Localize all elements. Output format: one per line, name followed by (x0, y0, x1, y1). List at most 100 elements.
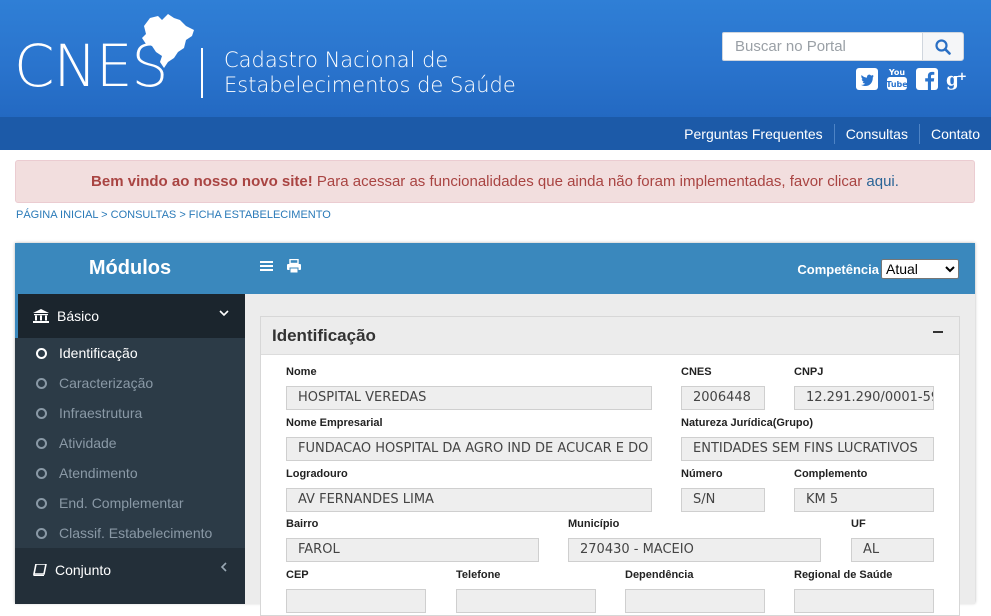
field-value[interactable]: 12.291.290/0001-59 (794, 386, 934, 410)
svg-text:Tube: Tube (886, 80, 908, 89)
bank-icon (33, 309, 49, 323)
nav-contato[interactable]: Contato (920, 124, 991, 144)
breadcrumb[interactable]: PÁGINA INICIAL > CONSULTAS > FICHA ESTAB… (16, 209, 331, 221)
sidebar-item-label: Infraestrutura (59, 405, 143, 421)
chevron-left-icon (220, 562, 227, 572)
field-value[interactable] (456, 589, 596, 613)
field-label: Nome (286, 366, 317, 378)
field-natureza-juridica: Natureza Jurídica(Grupo) ENTIDADES SEM F… (681, 417, 934, 461)
logo-subtitle: Cadastro Nacional de Estabelecimentos de… (224, 48, 516, 98)
field-value[interactable]: HOSPITAL VEREDAS (286, 386, 652, 410)
circle-icon (36, 497, 47, 509)
collapse-icon[interactable] (933, 331, 943, 333)
sidebar-item-label: Atendimento (59, 465, 138, 481)
field-cnes: CNES 2006448 (681, 366, 765, 410)
brazil-map-icon (142, 14, 194, 68)
search-input[interactable] (722, 32, 922, 61)
sidebar-item-label: Caracterização (59, 375, 154, 391)
field-label: CNES (681, 366, 712, 378)
main-panel: Módulos Competência Atual Básico Identif… (15, 243, 975, 616)
sidebar-group-conjunto[interactable]: Conjunto (15, 548, 245, 592)
field-bairro: Bairro FAROL (286, 518, 539, 562)
field-regional-saude: Regional de Saúde (794, 569, 934, 613)
modules-sidebar: Básico Identificação Caracterização Infr… (15, 294, 245, 604)
google-plus-icon[interactable]: g + (946, 66, 968, 92)
print-icon[interactable] (287, 259, 301, 273)
field-label: Dependência (625, 569, 694, 581)
field-value[interactable]: KM 5 (794, 488, 934, 512)
sidebar-item-end-complementar[interactable]: End. Complementar (15, 488, 245, 518)
field-numero: Número S/N (681, 468, 765, 512)
field-label: Telefone (456, 569, 501, 581)
field-value[interactable] (625, 589, 765, 613)
nav-perguntas-frequentes[interactable]: Perguntas Frequentes (673, 124, 834, 144)
chevron-down-icon (219, 310, 229, 317)
sidebar-item-classif-estabelecimento[interactable]: Classif. Estabelecimento (15, 518, 245, 548)
search-icon (935, 38, 951, 55)
field-value[interactable]: AV FERNANDES LIMA (286, 488, 652, 512)
facebook-icon[interactable] (916, 66, 938, 92)
field-value[interactable] (794, 589, 934, 613)
sidebar-group-label: Conjunto (55, 562, 112, 578)
field-complemento: Complemento KM 5 (794, 468, 934, 512)
field-dependencia: Dependência (625, 569, 765, 613)
twitter-icon[interactable] (856, 66, 878, 92)
alert-bold-text: Bem vindo ao nosso novo site! (91, 173, 313, 190)
competencia-select[interactable]: Atual (881, 259, 959, 279)
field-value[interactable]: ENTIDADES SEM FINS LUCRATIVOS (681, 437, 934, 461)
sidebar-item-atividade[interactable]: Atividade (15, 428, 245, 458)
card-title: Identificação (272, 326, 376, 345)
sidebar-item-infraestrutura[interactable]: Infraestrutura (15, 398, 245, 428)
field-logradouro: Logradouro AV FERNANDES LIMA (286, 468, 652, 512)
field-value[interactable]: 270430 - MACEIO (568, 538, 821, 562)
field-label: UF (851, 518, 866, 530)
logo-divider (201, 48, 203, 98)
card-header[interactable]: Identificação (261, 317, 959, 355)
top-nav: Perguntas Frequentes Consultas Contato (0, 117, 991, 150)
content-area: Identificação Nome HOSPITAL VEREDAS CNES… (245, 294, 975, 616)
svg-text:You: You (888, 68, 906, 77)
logo-subtitle-line1: Cadastro Nacional de (224, 48, 449, 72)
circle-icon (36, 347, 47, 359)
sidebar-item-caracterizacao[interactable]: Caracterização (15, 368, 245, 398)
field-telefone: Telefone (456, 569, 596, 613)
circle-icon (36, 467, 47, 479)
sidebar-item-label: Identificação (59, 345, 138, 361)
menu-icon[interactable] (260, 260, 273, 272)
field-value[interactable]: FUNDACAO HOSPITAL DA AGRO IND DE ACUCAR … (286, 437, 652, 461)
field-uf: UF AL (851, 518, 934, 562)
field-value[interactable]: 2006448 (681, 386, 765, 410)
field-nome: Nome HOSPITAL VEREDAS (286, 366, 652, 410)
field-value[interactable]: S/N (681, 488, 765, 512)
youtube-icon[interactable]: You Tube (886, 66, 908, 92)
search-button[interactable] (922, 32, 964, 61)
search-box (722, 32, 964, 61)
svg-text:+: + (957, 69, 967, 83)
competencia-label: Competência (797, 261, 879, 277)
book-icon (33, 564, 47, 576)
sidebar-sub-list: Identificação Caracterização Infraestrut… (15, 338, 245, 548)
field-label: Nome Empresarial (286, 417, 383, 429)
sidebar-item-atendimento[interactable]: Atendimento (15, 458, 245, 488)
field-label: Logradouro (286, 468, 348, 480)
nav-consultas[interactable]: Consultas (835, 124, 919, 144)
field-nome-empresarial: Nome Empresarial FUNDACAO HOSPITAL DA AG… (286, 417, 652, 461)
sidebar-item-label: End. Complementar (59, 495, 184, 511)
identificacao-card: Identificação Nome HOSPITAL VEREDAS CNES… (260, 316, 960, 616)
sidebar-item-label: Atividade (59, 435, 117, 451)
field-value[interactable]: FAROL (286, 538, 539, 562)
alert-link[interactable]: aqui. (866, 173, 899, 190)
field-cnpj: CNPJ 12.291.290/0001-59 (794, 366, 934, 410)
sidebar-item-identificacao[interactable]: Identificação (15, 338, 245, 368)
field-value[interactable]: AL (851, 538, 934, 562)
field-label: CEP (286, 569, 309, 581)
circle-icon (36, 527, 47, 539)
field-label: Natureza Jurídica(Grupo) (681, 417, 814, 429)
sidebar-group-basico[interactable]: Básico (15, 294, 245, 338)
field-label: Regional de Saúde (794, 569, 893, 581)
field-value[interactable] (286, 589, 426, 613)
field-label: Complemento (794, 468, 868, 480)
field-label: Município (568, 518, 620, 530)
circle-icon (36, 407, 47, 419)
competencia-selector: Competência Atual (797, 259, 959, 279)
